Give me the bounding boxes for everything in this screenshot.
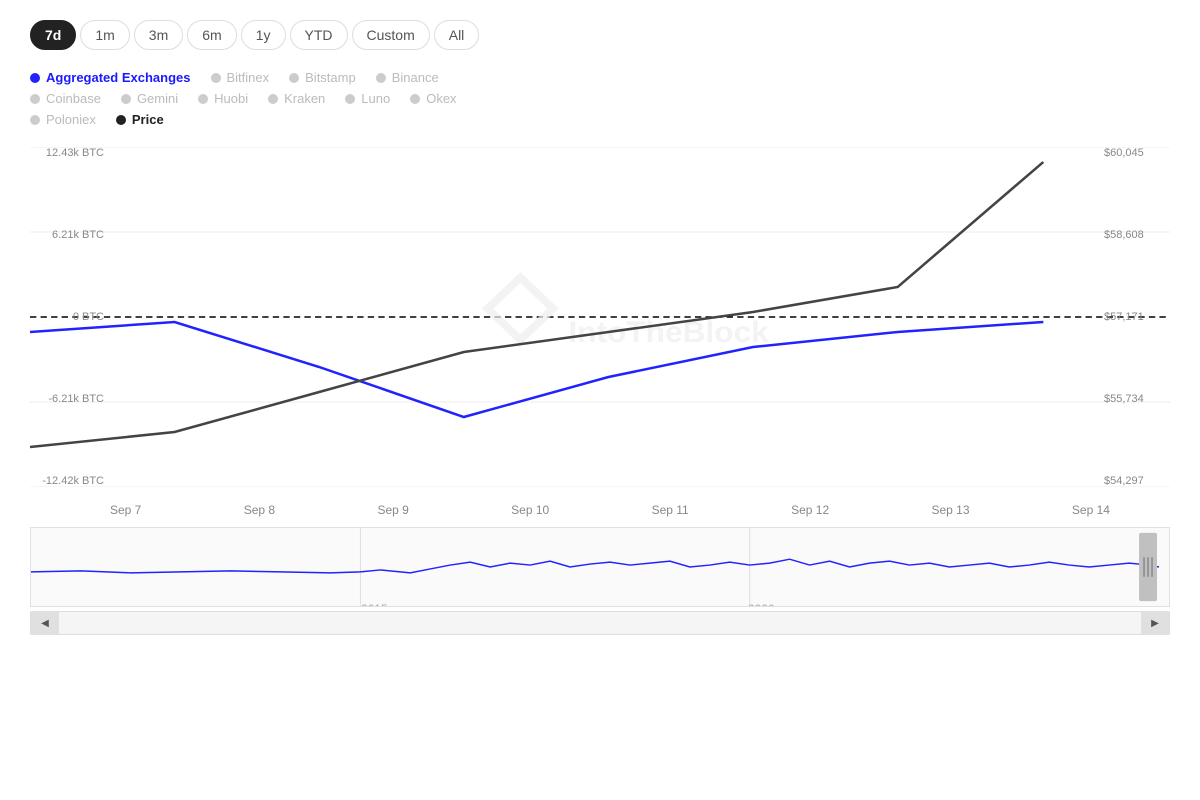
time-btn-1m[interactable]: 1m (80, 20, 129, 50)
legend-dot-bitstamp (289, 73, 299, 83)
legend-dot-binance (376, 73, 386, 83)
legend-label-binance: Binance (392, 70, 439, 85)
chart-svg: ◇ IntoTheBlock (30, 147, 1170, 487)
y-axis-right: $60,045 $58,608 $57,171 $55,734 $54,297 (1100, 147, 1170, 487)
legend-dot-kraken (268, 94, 278, 104)
legend-item-coinbase[interactable]: Coinbase (30, 91, 101, 106)
legend-item-gemini[interactable]: Gemini (121, 91, 178, 106)
time-btn-all[interactable]: All (434, 20, 480, 50)
chart-legend: Aggregated Exchanges Bitfinex Bitstamp Bina… (30, 70, 1170, 127)
legend-label-bitstamp: Bitstamp (305, 70, 356, 85)
legend-label-aggregated: Aggregated Exchanges (46, 70, 191, 85)
y-label-2-right: $58,608 (1104, 229, 1166, 241)
legend-label-okex: Okex (426, 91, 456, 106)
legend-label-kraken: Kraken (284, 91, 325, 106)
legend-dot-luno (345, 94, 355, 104)
scroll-right-button[interactable]: ▶ (1141, 611, 1169, 635)
x-label-sep-12: Sep 12 (791, 503, 829, 517)
legend-item-bitfinex[interactable]: Bitfinex (211, 70, 270, 85)
y-label-top-left: 12.43k BTC (36, 147, 104, 159)
time-btn-ytd[interactable]: YTD (290, 20, 348, 50)
mini-chart[interactable]: 2015 2020 (30, 527, 1170, 607)
y-label-bot-left: -12.42k BTC (36, 475, 104, 487)
x-axis: Sep 7 Sep 8 Sep 9 Sep 10 Sep 11 Sep 12 Sep 13 S… (30, 497, 1170, 523)
legend-label-coinbase: Coinbase (46, 91, 101, 106)
scroll-left-button[interactable]: ◀ (31, 611, 59, 635)
x-label-sep-11: Sep 11 (652, 503, 689, 517)
time-btn-1y[interactable]: 1y (241, 20, 286, 50)
legend-label-gemini: Gemini (137, 91, 178, 106)
legend-dot-gemini (121, 94, 131, 104)
y-label-bot-right: $54,297 (1104, 475, 1166, 487)
scrollbar[interactable]: ◀ ▶ (30, 611, 1170, 635)
legend-item-kraken[interactable]: Kraken (268, 91, 325, 106)
legend-dot-price (116, 115, 126, 125)
time-btn-custom[interactable]: Custom (352, 20, 430, 50)
y-label-mid-left: 0 BTC (36, 311, 104, 323)
legend-label-huobi: Huobi (214, 91, 248, 106)
svg-text:◇: ◇ (482, 250, 560, 351)
y-label-4-left: -6.21k BTC (36, 393, 104, 405)
legend-dot-huobi (198, 94, 208, 104)
legend-label-bitfinex: Bitfinex (227, 70, 270, 85)
legend-dot-coinbase (30, 94, 40, 104)
legend-label-poloniex: Poloniex (46, 112, 96, 127)
legend-item-luno[interactable]: Luno (345, 91, 390, 106)
legend-item-okex[interactable]: Okex (410, 91, 456, 106)
y-label-top-right: $60,045 (1104, 147, 1166, 159)
y-label-mid-right: $57,171 (1104, 311, 1166, 323)
legend-item-binance[interactable]: Binance (376, 70, 439, 85)
x-label-sep-13: Sep 13 (931, 503, 969, 517)
time-btn-3m[interactable]: 3m (134, 20, 183, 50)
time-btn-7d[interactable]: 7d (30, 20, 76, 50)
legend-item-bitstamp[interactable]: Bitstamp (289, 70, 356, 85)
legend-item-price[interactable]: Price (116, 112, 164, 127)
time-btn-6m[interactable]: 6m (187, 20, 236, 50)
legend-item-aggregated[interactable]: Aggregated Exchanges (30, 70, 191, 85)
legend-dot-okex (410, 94, 420, 104)
x-label-sep-10: Sep 10 (511, 503, 549, 517)
x-label-sep-8: Sep 8 (244, 503, 275, 517)
legend-dot-aggregated (30, 73, 40, 83)
legend-dot-poloniex (30, 115, 40, 125)
y-axis-left: 12.43k BTC 6.21k BTC 0 BTC -6.21k BTC -1… (30, 147, 110, 487)
y-label-4-right: $55,734 (1104, 393, 1166, 405)
main-chart: 12.43k BTC 6.21k BTC 0 BTC -6.21k BTC -1… (30, 147, 1170, 487)
x-label-sep-9: Sep 9 (377, 503, 408, 517)
legend-item-huobi[interactable]: Huobi (198, 91, 248, 106)
y-label-2-left: 6.21k BTC (36, 229, 104, 241)
time-range-selector: 7d1m3m6m1yYTDCustomAll (30, 20, 1170, 50)
x-label-sep-14: Sep 14 (1072, 503, 1110, 517)
legend-label-luno: Luno (361, 91, 390, 106)
legend-item-poloniex[interactable]: Poloniex (30, 112, 96, 127)
legend-label-price: Price (132, 112, 164, 127)
svg-text:IntoTheBlock: IntoTheBlock (568, 315, 769, 349)
scroll-track[interactable] (59, 612, 1141, 634)
x-label-sep-7: Sep 7 (110, 503, 141, 517)
legend-dot-bitfinex (211, 73, 221, 83)
